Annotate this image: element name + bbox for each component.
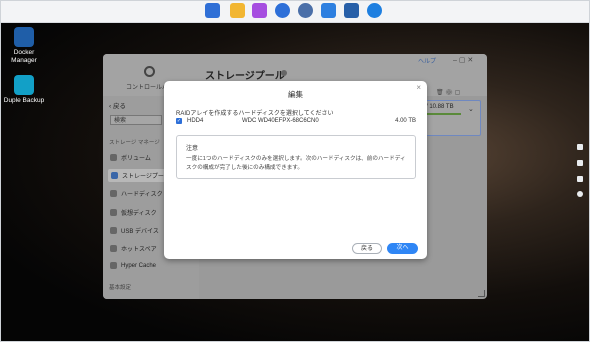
close-icon[interactable]: × <box>416 83 421 92</box>
notice-text: 一度に1つのハードディスクのみを選択します。次のハードディスクは、前のハードディ… <box>186 156 406 171</box>
hard-disk-icon <box>110 190 117 197</box>
gear-icon <box>144 66 155 77</box>
sidebar-item-label: ハードディスク <box>121 192 163 198</box>
info-icon[interactable] <box>281 70 287 76</box>
sidebar-item-hard-disk[interactable]: ハードディスク <box>110 189 163 198</box>
sidebar-item-storage-pool[interactable]: ストレージプー <box>108 169 167 182</box>
capacity-bar <box>424 113 461 115</box>
dialog-prompt: RAIDアレイを作成するハードディスクを選択してください <box>176 111 334 117</box>
back-link-label: 戻る <box>112 103 126 110</box>
sidebar-item-label: Hyper Cache <box>121 262 157 269</box>
back-button[interactable]: 戻る <box>352 243 382 254</box>
sidebar-item-label: 仮想ディスク <box>121 211 157 217</box>
hot-spare-icon <box>110 245 117 252</box>
sidebar-item-hyper-cache[interactable]: Hyper Cache <box>110 262 156 269</box>
docker-icon[interactable] <box>344 3 359 18</box>
storage-pool-icon <box>111 172 118 179</box>
help-link[interactable]: ヘルプ <box>418 56 436 65</box>
backup-label: Duple Backup <box>3 97 45 104</box>
back-link[interactable]: ‹ 戻る <box>109 100 126 110</box>
toolbar-icons[interactable]: 🗑 ⚙ ▢ <box>436 89 460 96</box>
sidebar-item-volume[interactable]: ボリューム <box>110 153 151 162</box>
notification-icon[interactable] <box>577 176 583 182</box>
capacity-text: / 10.88 TB <box>426 104 454 110</box>
media-icon[interactable] <box>252 3 267 18</box>
disk-size: 4.00 TB <box>395 118 416 124</box>
docker-label-line1: Docker <box>13 49 35 56</box>
mail-icon[interactable] <box>321 3 336 18</box>
page-title: ストレージプール <box>205 71 285 82</box>
sidebar-item-label: ホットスペア <box>121 247 157 253</box>
sidebar-item-hot-spare[interactable]: ホットスペア <box>110 244 157 253</box>
sidebar-item-label: ストレージプー <box>122 174 164 180</box>
dialog-title: 編集 <box>288 90 303 99</box>
chevron-down-icon[interactable]: ⌄ <box>468 105 474 113</box>
sidebar-item-label: USB デバイス <box>121 229 159 235</box>
duple-backup-desktop-icon[interactable]: Duple Backup <box>0 75 54 105</box>
sidebar-item-label: ボリューム <box>121 156 151 162</box>
chat-icon[interactable] <box>577 144 583 150</box>
docker-manager-desktop-icon[interactable]: Docker Manager <box>0 27 54 65</box>
sidebar-item-usb[interactable]: USB デバイス <box>110 226 159 235</box>
folder-icon[interactable] <box>230 3 245 18</box>
disk-name: HDD4 <box>187 118 204 124</box>
control-panel-label[interactable]: コントロールパ <box>126 82 168 91</box>
virtual-disk-icon <box>110 209 117 216</box>
search-input[interactable]: 検索 <box>110 115 162 125</box>
disk-checkbox[interactable]: ✓ <box>176 118 182 124</box>
docker-icon <box>14 27 34 47</box>
hyper-cache-icon <box>110 262 117 269</box>
sidebar-item-virtual-disk[interactable]: 仮想ディスク <box>110 208 157 217</box>
apps-grid-icon[interactable] <box>205 3 220 18</box>
resize-handle[interactable] <box>478 290 485 297</box>
section-basic: 基本設定 <box>109 285 132 291</box>
message-icon[interactable] <box>577 160 583 166</box>
taskbar <box>0 0 590 23</box>
window-controls[interactable]: – ▢ ✕ <box>453 56 473 64</box>
volume-icon <box>110 154 117 161</box>
notice-box: 注意 一度に1つのハードディスクのみを選択します。次のハードディスクは、前のハー… <box>176 135 416 179</box>
clock-icon[interactable] <box>275 3 290 18</box>
next-button[interactable]: 次へ <box>387 243 418 254</box>
section-storage: ストレージ マネージ <box>109 140 160 146</box>
docker-label-line2: Manager <box>11 57 37 64</box>
notice-title: 注意 <box>186 146 199 152</box>
disk-model: WDC WD40EFPX-68C6CN0 <box>242 118 319 124</box>
edit-dialog: 編集 × RAIDアレイを作成するハードディスクを選択してください ✓ HDD4… <box>164 81 427 259</box>
status-icon[interactable] <box>577 191 583 197</box>
disk-row[interactable]: ✓ HDD4 WDC WD40EFPX-68C6CN0 4.00 TB <box>176 118 416 127</box>
settings-icon[interactable] <box>298 3 313 18</box>
support-icon[interactable] <box>367 3 382 18</box>
usb-icon <box>110 227 117 234</box>
backup-icon <box>14 75 34 95</box>
